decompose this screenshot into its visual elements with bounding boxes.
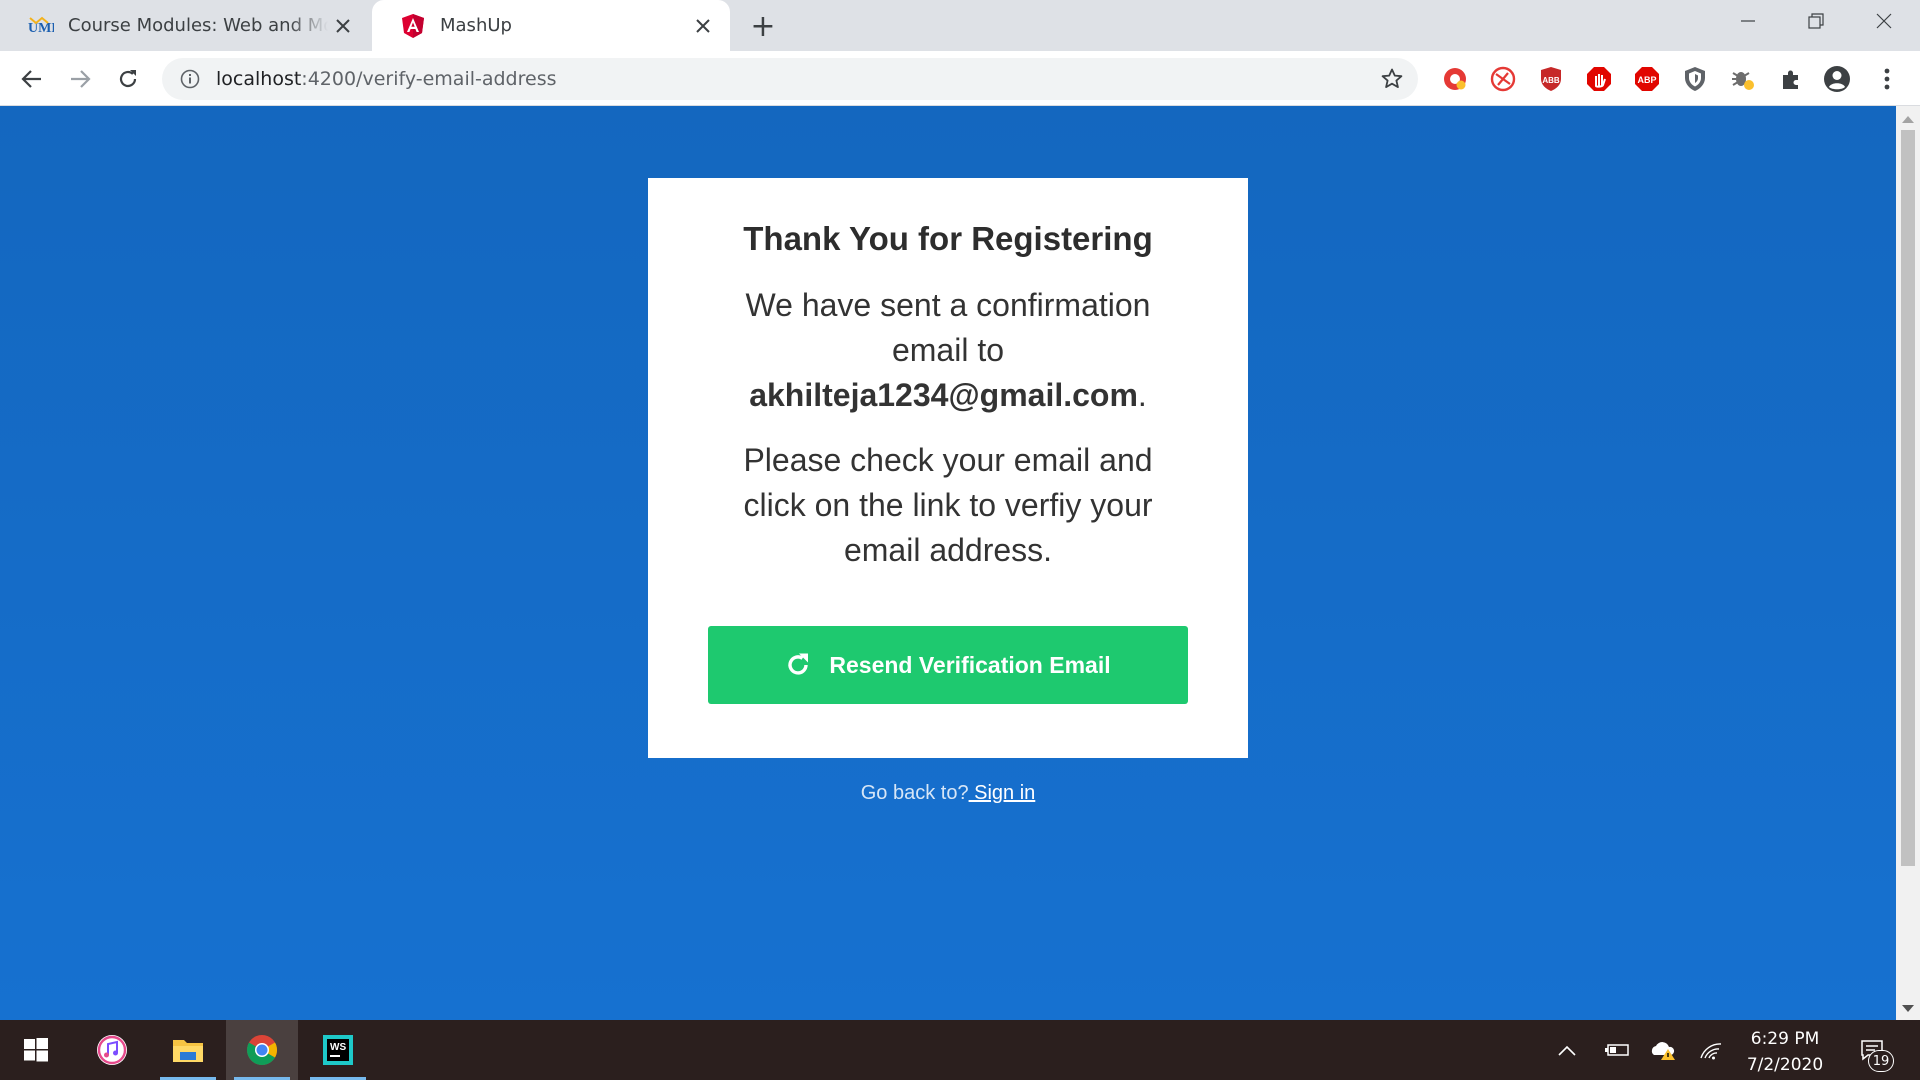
restore-icon: [1808, 13, 1824, 29]
back-button[interactable]: [12, 59, 52, 99]
resend-label: Resend Verification Email: [829, 651, 1111, 678]
adblock-icon[interactable]: ABB: [1536, 64, 1566, 94]
windows-taskbar: WS 6:29 PM 7/2/2020 19: [0, 1020, 1920, 1080]
file-explorer-icon[interactable]: [152, 1020, 224, 1080]
confirmation-text: We have sent a confirmation email to: [745, 287, 1151, 368]
page-title: Thank You for Registering: [743, 220, 1153, 257]
close-icon[interactable]: [328, 11, 358, 41]
minimize-icon: [1741, 20, 1755, 22]
refresh-icon: [785, 652, 811, 678]
confirmation-message: We have sent a confirmation email to akh…: [708, 283, 1188, 418]
extension-red-1[interactable]: [1440, 64, 1470, 94]
bug-icon[interactable]: [1728, 64, 1758, 94]
notification-count-badge: 19: [1868, 1050, 1894, 1072]
url-host: localhost: [216, 68, 302, 90]
reload-button[interactable]: [108, 59, 148, 99]
close-window-button[interactable]: [1850, 0, 1918, 42]
tab-course-modules[interactable]: UMKC Course Modules: Web and Mobile: [0, 0, 370, 51]
chrome-icon[interactable]: [226, 1020, 298, 1080]
tab-strip: UMKC Course Modules: Web and Mobile Mash…: [0, 0, 1920, 51]
info-icon[interactable]: [178, 67, 202, 91]
arrow-left-icon: [21, 70, 41, 88]
new-tab-button[interactable]: +: [745, 8, 781, 44]
browser-toolbar: localhost:4200/verify-email-address ABB …: [0, 51, 1920, 106]
angular-icon: [400, 13, 426, 39]
tab-title: MashUp: [440, 15, 512, 36]
clock-date: 7/2/2020: [1746, 1055, 1824, 1075]
verification-card: Thank You for Registering We have sent a…: [648, 178, 1248, 758]
page-viewport: Thank You for Registering We have sent a…: [0, 106, 1896, 1020]
arrow-right-icon: [71, 70, 91, 88]
reload-icon: [119, 70, 137, 88]
close-icon[interactable]: [688, 11, 718, 41]
email-address: akhilteja1234@gmail.com: [749, 377, 1138, 413]
scroll-down-arrow-icon[interactable]: [1902, 1005, 1914, 1012]
tab-mashup[interactable]: MashUp: [372, 0, 730, 51]
onedrive-warning-icon[interactable]: [1646, 1020, 1680, 1080]
sign-in-link[interactable]: Sign in: [969, 782, 1035, 804]
url-text: localhost:4200/verify-email-address: [216, 68, 557, 90]
stop-hand-icon[interactable]: [1584, 64, 1614, 94]
scrollbar-thumb[interactable]: [1901, 130, 1915, 866]
umkc-logo-icon: UMKC: [28, 13, 54, 39]
itunes-icon[interactable]: [76, 1020, 148, 1080]
svg-text:WS: WS: [330, 1042, 346, 1053]
forward-button[interactable]: [60, 59, 100, 99]
windows-start-icon[interactable]: [0, 1020, 72, 1080]
page-scrollbar[interactable]: [1896, 106, 1920, 1020]
shield-icon[interactable]: [1680, 64, 1710, 94]
svg-text:ABP: ABP: [1637, 75, 1656, 85]
webstorm-icon[interactable]: WS: [302, 1020, 374, 1080]
abp-icon[interactable]: ABP: [1632, 64, 1662, 94]
wifi-icon[interactable]: [1694, 1020, 1728, 1080]
clock-time: 6:29 PM: [1750, 1029, 1820, 1049]
go-back-text: Go back to? Sign in: [0, 782, 1896, 805]
tab-title: Course Modules: Web and Mobile: [68, 15, 328, 36]
svg-text:ABB: ABB: [1542, 76, 1560, 85]
bookmark-star-icon[interactable]: [1380, 67, 1404, 91]
go-back-prefix: Go back to?: [860, 782, 969, 804]
chevron-up-icon[interactable]: [1552, 1020, 1582, 1080]
confirmation-suffix: .: [1137, 377, 1147, 413]
resend-verification-button[interactable]: Resend Verification Email: [708, 626, 1188, 704]
puzzle-icon[interactable]: [1776, 64, 1806, 94]
scroll-up-arrow-icon[interactable]: [1902, 116, 1914, 123]
address-bar[interactable]: localhost:4200/verify-email-address: [162, 58, 1418, 100]
extension-red-2[interactable]: [1488, 64, 1518, 94]
url-path: :4200/verify-email-address: [301, 68, 557, 90]
menu-kebab-icon[interactable]: [1872, 64, 1902, 94]
instructions-text: Please check your email and click on the…: [743, 442, 1153, 568]
minimize-button[interactable]: [1714, 0, 1782, 42]
svg-text:UMKC: UMKC: [28, 21, 54, 36]
battery-icon[interactable]: [1600, 1020, 1634, 1080]
system-clock[interactable]: 6:29 PM 7/2/2020: [1730, 1026, 1840, 1078]
close-icon: [1876, 13, 1892, 29]
restore-button[interactable]: [1782, 0, 1850, 42]
profile-avatar-icon[interactable]: [1822, 64, 1852, 94]
